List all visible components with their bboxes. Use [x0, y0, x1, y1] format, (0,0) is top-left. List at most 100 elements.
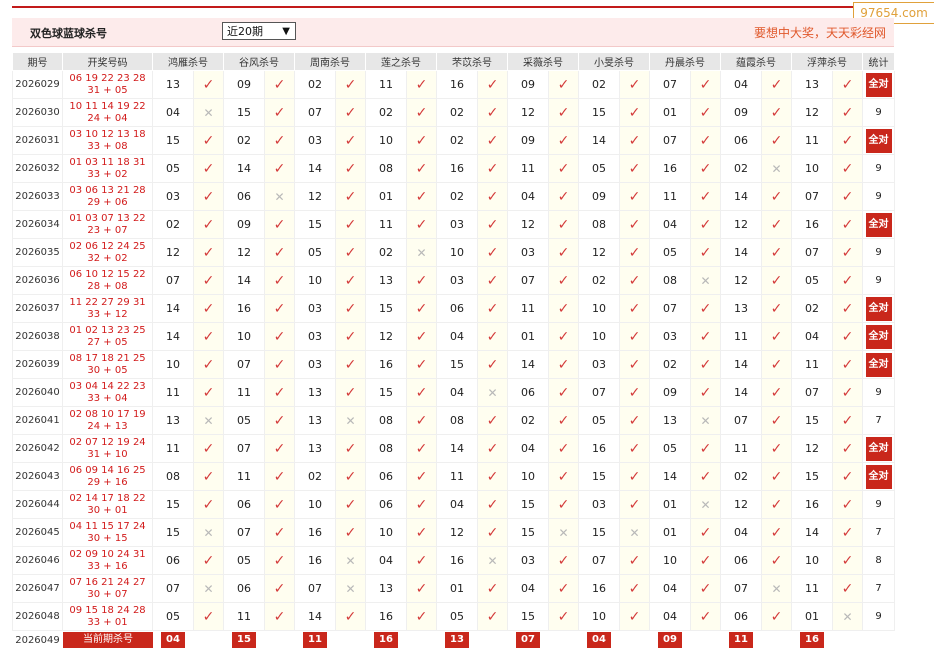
kill-number: 13 [791, 70, 833, 99]
current-empty-cell [264, 630, 295, 650]
kill-number: 16 [791, 210, 833, 239]
check-icon: ✓ [264, 406, 295, 435]
check-icon: ✓ [406, 182, 437, 211]
check-icon: ✓ [264, 574, 295, 603]
check-icon: ✓ [832, 238, 863, 267]
draw-red-balls: 04 11 15 17 24 [69, 520, 146, 532]
kill-number: 07 [649, 70, 691, 99]
kill-number: 05 [791, 266, 833, 295]
kill-number: 08 [365, 434, 407, 463]
kill-number: 16 [365, 350, 407, 379]
kill-number: 04 [436, 322, 478, 351]
kill-number: 04 [649, 210, 691, 239]
kill-number: 09 [507, 126, 549, 155]
check-icon: ✓ [761, 126, 792, 155]
kill-number: 16 [365, 602, 407, 631]
issue-number: 2026045 [12, 518, 63, 547]
check-icon: ✓ [406, 378, 437, 407]
kill-number: 15 [507, 602, 549, 631]
kill-table: 期号 开奖号码 鸿雁杀号 谷风杀号 周南杀号 莲之杀号 芣苡杀号 采薇杀号 小旻杀号 丹晨杀号 蕴霞… [12, 52, 895, 650]
slogan-link[interactable]: 要想中大奖，天天彩经网 [754, 24, 886, 41]
check-icon: ✓ [548, 210, 579, 239]
current-kill-number: 11 [729, 632, 753, 648]
kill-number: 07 [223, 350, 265, 379]
current-kill-cell: 15 [223, 630, 265, 650]
check-icon: ✓ [690, 182, 721, 211]
check-icon: ✓ [548, 350, 579, 379]
kill-number: 06 [720, 126, 762, 155]
check-icon: ✓ [193, 322, 224, 351]
cross-icon: ✕ [832, 602, 863, 631]
check-icon: ✓ [264, 462, 295, 491]
check-icon: ✓ [761, 294, 792, 323]
check-icon: ✓ [548, 490, 579, 519]
kill-number: 02 [649, 350, 691, 379]
kill-number: 11 [791, 350, 833, 379]
kill-number: 06 [365, 490, 407, 519]
issue-number: 2026031 [12, 126, 63, 155]
check-icon: ✓ [193, 434, 224, 463]
check-icon: ✓ [406, 350, 437, 379]
kill-number: 04 [436, 378, 478, 407]
kill-number: 15 [578, 462, 620, 491]
check-icon: ✓ [335, 462, 366, 491]
check-icon: ✓ [619, 490, 650, 519]
draw-tail: 32 + 02 [87, 252, 128, 264]
stat-cell: 全对 [862, 70, 895, 99]
kill-number: 05 [649, 238, 691, 267]
check-icon: ✓ [690, 210, 721, 239]
draw-red-balls: 06 19 22 23 28 [69, 72, 146, 84]
check-icon: ✓ [761, 518, 792, 547]
stat-count: 9 [862, 378, 895, 407]
check-icon: ✓ [761, 406, 792, 435]
check-icon: ✓ [619, 154, 650, 183]
current-kill-cell: 16 [791, 630, 833, 650]
check-icon: ✓ [761, 266, 792, 295]
kill-number: 06 [720, 602, 762, 631]
current-empty-cell [832, 630, 863, 650]
check-icon: ✓ [477, 602, 508, 631]
check-icon: ✓ [548, 126, 579, 155]
check-icon: ✓ [335, 266, 366, 295]
kill-number: 11 [152, 378, 194, 407]
kill-number: 07 [152, 574, 194, 603]
kill-number: 04 [365, 546, 407, 575]
check-icon: ✓ [406, 462, 437, 491]
kill-number: 01 [791, 602, 833, 631]
check-icon: ✓ [761, 434, 792, 463]
draw-red-balls: 01 02 13 23 25 [69, 324, 146, 336]
kill-number: 12 [436, 518, 478, 547]
draw-red-balls: 08 17 18 21 25 [69, 352, 146, 364]
kill-number: 16 [294, 546, 336, 575]
kill-number: 16 [436, 70, 478, 99]
kill-number: 11 [223, 378, 265, 407]
kill-number: 10 [294, 490, 336, 519]
kill-number: 02 [720, 154, 762, 183]
draw-red-balls: 06 09 14 16 25 [69, 464, 146, 476]
check-icon: ✓ [477, 462, 508, 491]
kill-number: 10 [365, 518, 407, 547]
kill-number: 06 [365, 462, 407, 491]
table-row: 2026029 06 19 22 23 28 31 + 05 13 ✓ 09 ✓ 02 ✓ 11 ✓… [12, 70, 895, 99]
check-icon: ✓ [477, 574, 508, 603]
draw-red-balls: 07 16 21 24 27 [69, 576, 146, 588]
current-empty-cell [619, 630, 650, 650]
check-icon: ✓ [690, 462, 721, 491]
col-header-expert: 蕴霞杀号 [720, 52, 792, 71]
check-icon: ✓ [619, 602, 650, 631]
kill-number: 10 [507, 462, 549, 491]
draw-red-balls: 01 03 07 13 22 [69, 212, 146, 224]
kill-number: 01 [649, 98, 691, 127]
kill-number: 10 [649, 546, 691, 575]
cross-icon: ✕ [335, 546, 366, 575]
kill-number: 03 [294, 294, 336, 323]
kill-number: 04 [720, 70, 762, 99]
draw-red-balls: 02 09 10 24 31 [69, 548, 146, 560]
draw-tail: 31 + 10 [87, 448, 128, 460]
kill-number: 14 [223, 266, 265, 295]
kill-number: 03 [436, 266, 478, 295]
check-icon: ✓ [193, 210, 224, 239]
period-select[interactable]: 近20期 ▼ [222, 22, 296, 40]
check-icon: ✓ [335, 98, 366, 127]
kill-number: 14 [791, 518, 833, 547]
